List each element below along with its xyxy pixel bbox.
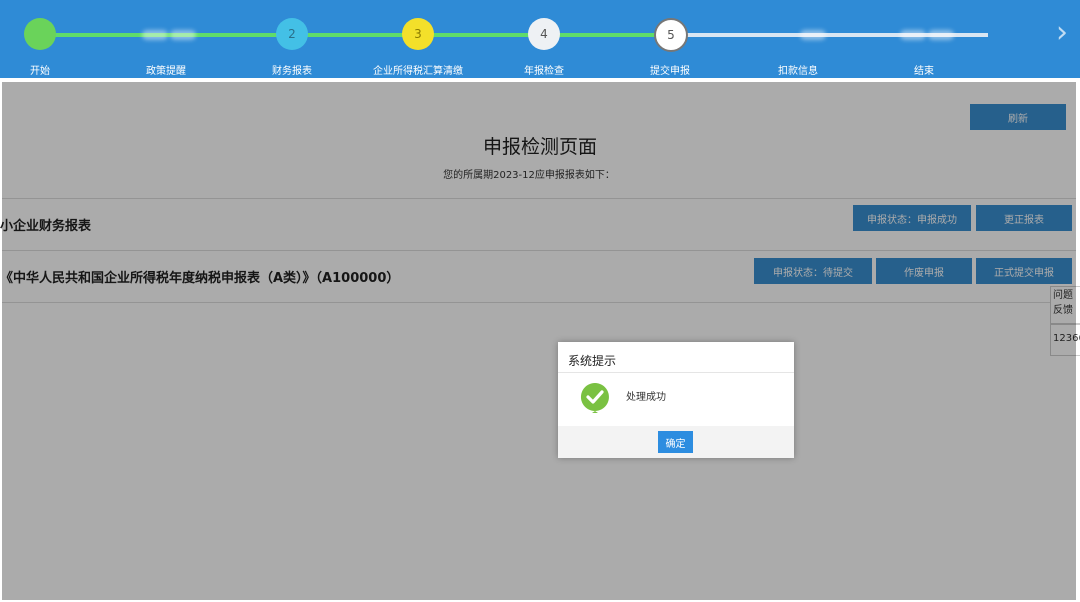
step-number: 4 xyxy=(540,27,548,41)
step-label[interactable]: 提交申报 xyxy=(650,62,690,77)
progress-track-done xyxy=(40,33,670,37)
blurred-dot xyxy=(800,30,826,40)
step-label[interactable]: 扣款信息 xyxy=(778,62,818,77)
divider xyxy=(558,372,794,373)
step-5-dot[interactable]: 4 xyxy=(528,18,560,50)
ok-button[interactable]: 确定 xyxy=(658,431,693,453)
step-label[interactable]: 开始 xyxy=(30,62,50,77)
progress-header: 2 3 4 5 开始 政策提醒 财务报表 企业所得税汇算清缴 年报检查 提交申报… xyxy=(0,0,1080,78)
dialog-footer: 确定 xyxy=(558,426,794,458)
blurred-dot xyxy=(170,30,196,40)
step-label[interactable]: 政策提醒 xyxy=(146,62,186,77)
step-number: 5 xyxy=(667,28,675,42)
blurred-dot xyxy=(900,30,926,40)
success-check-icon xyxy=(580,383,609,413)
step-number: 2 xyxy=(288,27,296,41)
chevron-right-icon[interactable]: › xyxy=(1056,18,1068,48)
dialog-message: 处理成功 xyxy=(626,392,666,403)
system-dialog: 系统提示 处理成功 确定 xyxy=(558,342,794,458)
step-label[interactable]: 财务报表 xyxy=(272,62,312,77)
step-label[interactable]: 结束 xyxy=(914,62,934,77)
step-number: 3 xyxy=(414,27,422,41)
step-label[interactable]: 企业所得税汇算清缴 xyxy=(373,62,463,77)
step-4-dot[interactable]: 3 xyxy=(402,18,434,50)
blurred-dot xyxy=(928,30,954,40)
step-label[interactable]: 年报检查 xyxy=(524,62,564,77)
step-6-dot[interactable]: 5 xyxy=(654,18,688,52)
dialog-title: 系统提示 xyxy=(568,354,617,368)
modal-overlay xyxy=(2,82,1076,600)
step-3-dot[interactable]: 2 xyxy=(276,18,308,50)
blurred-dot xyxy=(142,30,168,40)
step-1-dot[interactable] xyxy=(24,18,56,50)
